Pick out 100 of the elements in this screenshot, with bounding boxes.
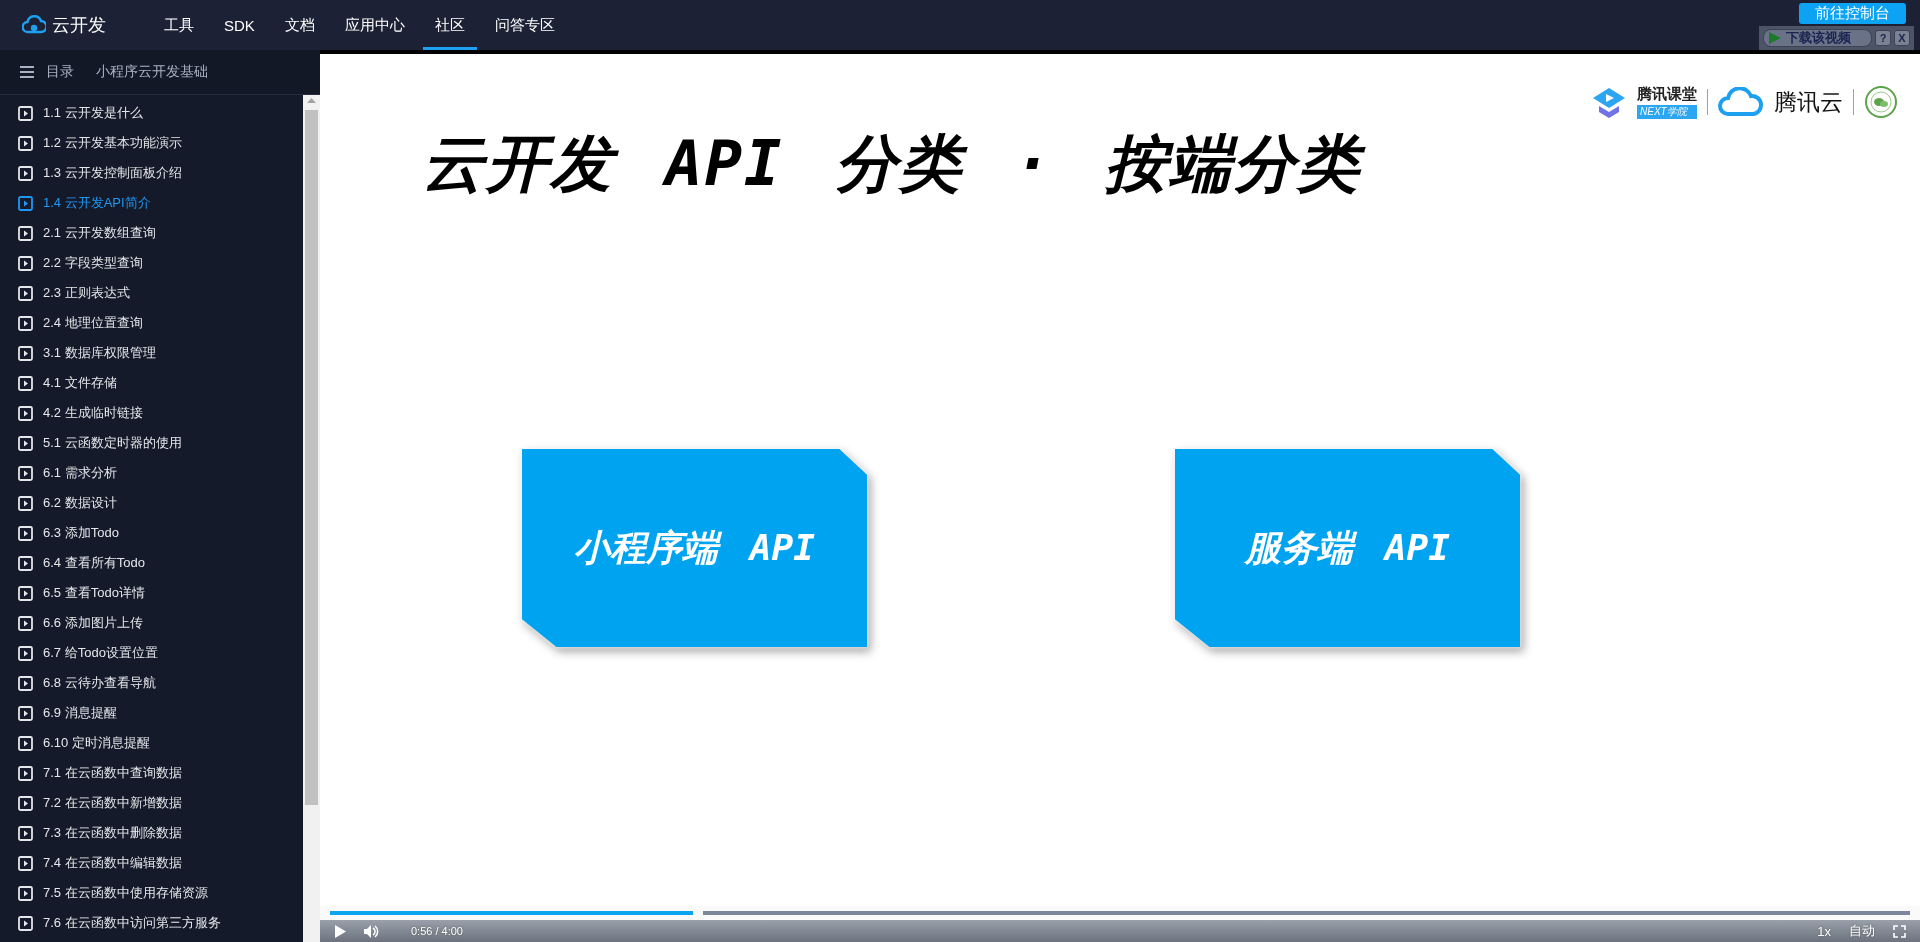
play-icon bbox=[18, 525, 33, 541]
lesson-item[interactable]: 7.3 在云函数中删除数据 bbox=[0, 818, 303, 848]
nav-tab[interactable]: 工具 bbox=[152, 0, 206, 50]
lesson-title: 6.10 定时消息提醒 bbox=[43, 734, 150, 752]
play-icon bbox=[18, 765, 33, 781]
lesson-title: 7.2 在云函数中新增数据 bbox=[43, 794, 182, 812]
lesson-title: 2.1 云开发数组查询 bbox=[43, 224, 156, 242]
lesson-title: 2.3 正则表达式 bbox=[43, 284, 130, 302]
play-icon bbox=[18, 285, 33, 301]
lesson-item[interactable]: 6.9 消息提醒 bbox=[0, 698, 303, 728]
close-button[interactable]: X bbox=[1894, 30, 1910, 46]
lesson-item[interactable]: 6.4 查看所有Todo bbox=[0, 548, 303, 578]
play-icon bbox=[18, 225, 33, 241]
lesson-item[interactable]: 1.2 云开发基本功能演示 bbox=[0, 128, 303, 158]
lesson-title: 6.2 数据设计 bbox=[43, 494, 117, 512]
lesson-item[interactable]: 1.3 云开发控制面板介绍 bbox=[0, 158, 303, 188]
play-icon bbox=[18, 885, 33, 901]
lesson-title: 2.4 地理位置查询 bbox=[43, 314, 143, 332]
play-icon bbox=[18, 345, 33, 361]
play-icon bbox=[18, 255, 33, 271]
lesson-item[interactable]: 7.2 在云函数中新增数据 bbox=[0, 788, 303, 818]
lesson-item[interactable]: 2.1 云开发数组查询 bbox=[0, 218, 303, 248]
lesson-title: 7.4 在云函数中编辑数据 bbox=[43, 854, 182, 872]
logo-tag: NEXT学院 bbox=[1637, 105, 1697, 119]
play-icon bbox=[18, 435, 33, 451]
nav-tab[interactable]: 问答专区 bbox=[482, 0, 567, 50]
play-icon bbox=[18, 495, 33, 511]
lesson-title: 6.7 给Todo设置位置 bbox=[43, 644, 158, 662]
play-icon bbox=[18, 705, 33, 721]
lesson-item[interactable]: 6.2 数据设计 bbox=[0, 488, 303, 518]
play-icon bbox=[18, 375, 33, 391]
lesson-title: 4.1 文件存储 bbox=[43, 374, 117, 392]
lesson-item[interactable]: 4.1 文件存储 bbox=[0, 368, 303, 398]
lesson-title: 6.4 查看所有Todo bbox=[43, 554, 145, 572]
fullscreen-icon[interactable] bbox=[1893, 924, 1906, 938]
brand-name: 云开发 bbox=[52, 14, 106, 37]
cloud-logo-icon bbox=[22, 15, 46, 35]
speed-button[interactable]: 1x bbox=[1817, 923, 1831, 939]
lesson-item[interactable]: 6.10 定时消息提醒 bbox=[0, 728, 303, 758]
nav-tab[interactable]: 文档 bbox=[272, 0, 327, 50]
lesson-item[interactable]: 1.1 云开发是什么 bbox=[0, 98, 303, 128]
play-icon bbox=[1768, 31, 1782, 45]
lesson-title: 7.6 在云函数中访问第三方服务 bbox=[43, 914, 221, 932]
play-button[interactable] bbox=[334, 924, 346, 938]
lesson-title: 6.6 添加图片上传 bbox=[43, 614, 143, 632]
lesson-item[interactable]: 7.5 在云函数中使用存储资源 bbox=[0, 878, 303, 908]
play-icon bbox=[18, 675, 33, 691]
time-display: 0:56 / 4:00 bbox=[411, 925, 463, 937]
play-icon bbox=[18, 615, 33, 631]
play-icon bbox=[18, 405, 33, 421]
lesson-title: 7.1 在云函数中查询数据 bbox=[43, 764, 182, 782]
lesson-item[interactable]: 2.3 正则表达式 bbox=[0, 278, 303, 308]
scrollbar[interactable] bbox=[303, 95, 320, 942]
api-card: 小程序端 API bbox=[522, 449, 867, 647]
lesson-item[interactable]: 5.1 云函数定时器的使用 bbox=[0, 428, 303, 458]
lesson-item[interactable]: 3.1 数据库权限管理 bbox=[0, 338, 303, 368]
lesson-title: 6.3 添加Todo bbox=[43, 524, 119, 542]
lesson-item[interactable]: 6.1 需求分析 bbox=[0, 458, 303, 488]
lesson-item[interactable]: 6.5 查看Todo详情 bbox=[0, 578, 303, 608]
lesson-item[interactable]: 4.2 生成临时链接 bbox=[0, 398, 303, 428]
lesson-title: 6.8 云待办查看导航 bbox=[43, 674, 156, 692]
help-button[interactable]: ? bbox=[1875, 30, 1891, 46]
lesson-item[interactable]: 2.2 字段类型查询 bbox=[0, 248, 303, 278]
play-icon bbox=[18, 135, 33, 151]
lesson-title: 3.1 数据库权限管理 bbox=[43, 344, 156, 362]
scroll-up-icon[interactable] bbox=[307, 98, 316, 103]
lesson-item[interactable]: 2.4 地理位置查询 bbox=[0, 308, 303, 338]
lesson-item[interactable]: 7.6 在云函数中访问第三方服务 bbox=[0, 908, 303, 938]
quality-button[interactable]: 自动 bbox=[1849, 922, 1875, 940]
slide-title: 云开发 API 分类 · 按端分类 bbox=[416, 124, 1379, 205]
lesson-item[interactable]: 6.8 云待办查看导航 bbox=[0, 668, 303, 698]
menu-icon[interactable] bbox=[20, 66, 34, 78]
lesson-title: 6.9 消息提醒 bbox=[43, 704, 117, 722]
lesson-title: 1.2 云开发基本功能演示 bbox=[43, 134, 182, 152]
play-icon bbox=[18, 555, 33, 571]
lesson-item[interactable]: 6.6 添加图片上传 bbox=[0, 608, 303, 638]
lesson-item[interactable]: 6.3 添加Todo bbox=[0, 518, 303, 548]
lesson-item[interactable]: 1.4 云开发API简介 bbox=[0, 188, 303, 218]
lesson-title: 1.3 云开发控制面板介绍 bbox=[43, 164, 182, 182]
course-title: 小程序云开发基础 bbox=[96, 63, 208, 81]
play-icon bbox=[18, 105, 33, 121]
nav-tab[interactable]: 应用中心 bbox=[332, 0, 417, 50]
logo-text: 腾讯课堂 bbox=[1637, 85, 1697, 104]
lesson-item[interactable]: 7.4 在云函数中编辑数据 bbox=[0, 848, 303, 878]
logo-text: 腾讯云 bbox=[1774, 87, 1843, 117]
play-icon bbox=[18, 735, 33, 751]
volume-icon[interactable] bbox=[364, 924, 379, 938]
lesson-title: 7.3 在云函数中删除数据 bbox=[43, 824, 182, 842]
cloud-logo-icon bbox=[1718, 87, 1764, 117]
play-icon bbox=[18, 195, 33, 211]
lesson-title: 4.2 生成临时链接 bbox=[43, 404, 143, 422]
scrollbar-thumb[interactable] bbox=[305, 110, 318, 805]
nav-tab[interactable]: SDK bbox=[212, 0, 267, 50]
badge-logo-icon bbox=[1864, 85, 1898, 119]
play-icon bbox=[18, 585, 33, 601]
play-icon bbox=[18, 855, 33, 871]
lesson-title: 7.5 在云函数中使用存储资源 bbox=[43, 884, 208, 902]
lesson-item[interactable]: 6.7 给Todo设置位置 bbox=[0, 638, 303, 668]
lesson-item[interactable]: 7.1 在云函数中查询数据 bbox=[0, 758, 303, 788]
api-card: 服务端 API bbox=[1175, 449, 1520, 647]
